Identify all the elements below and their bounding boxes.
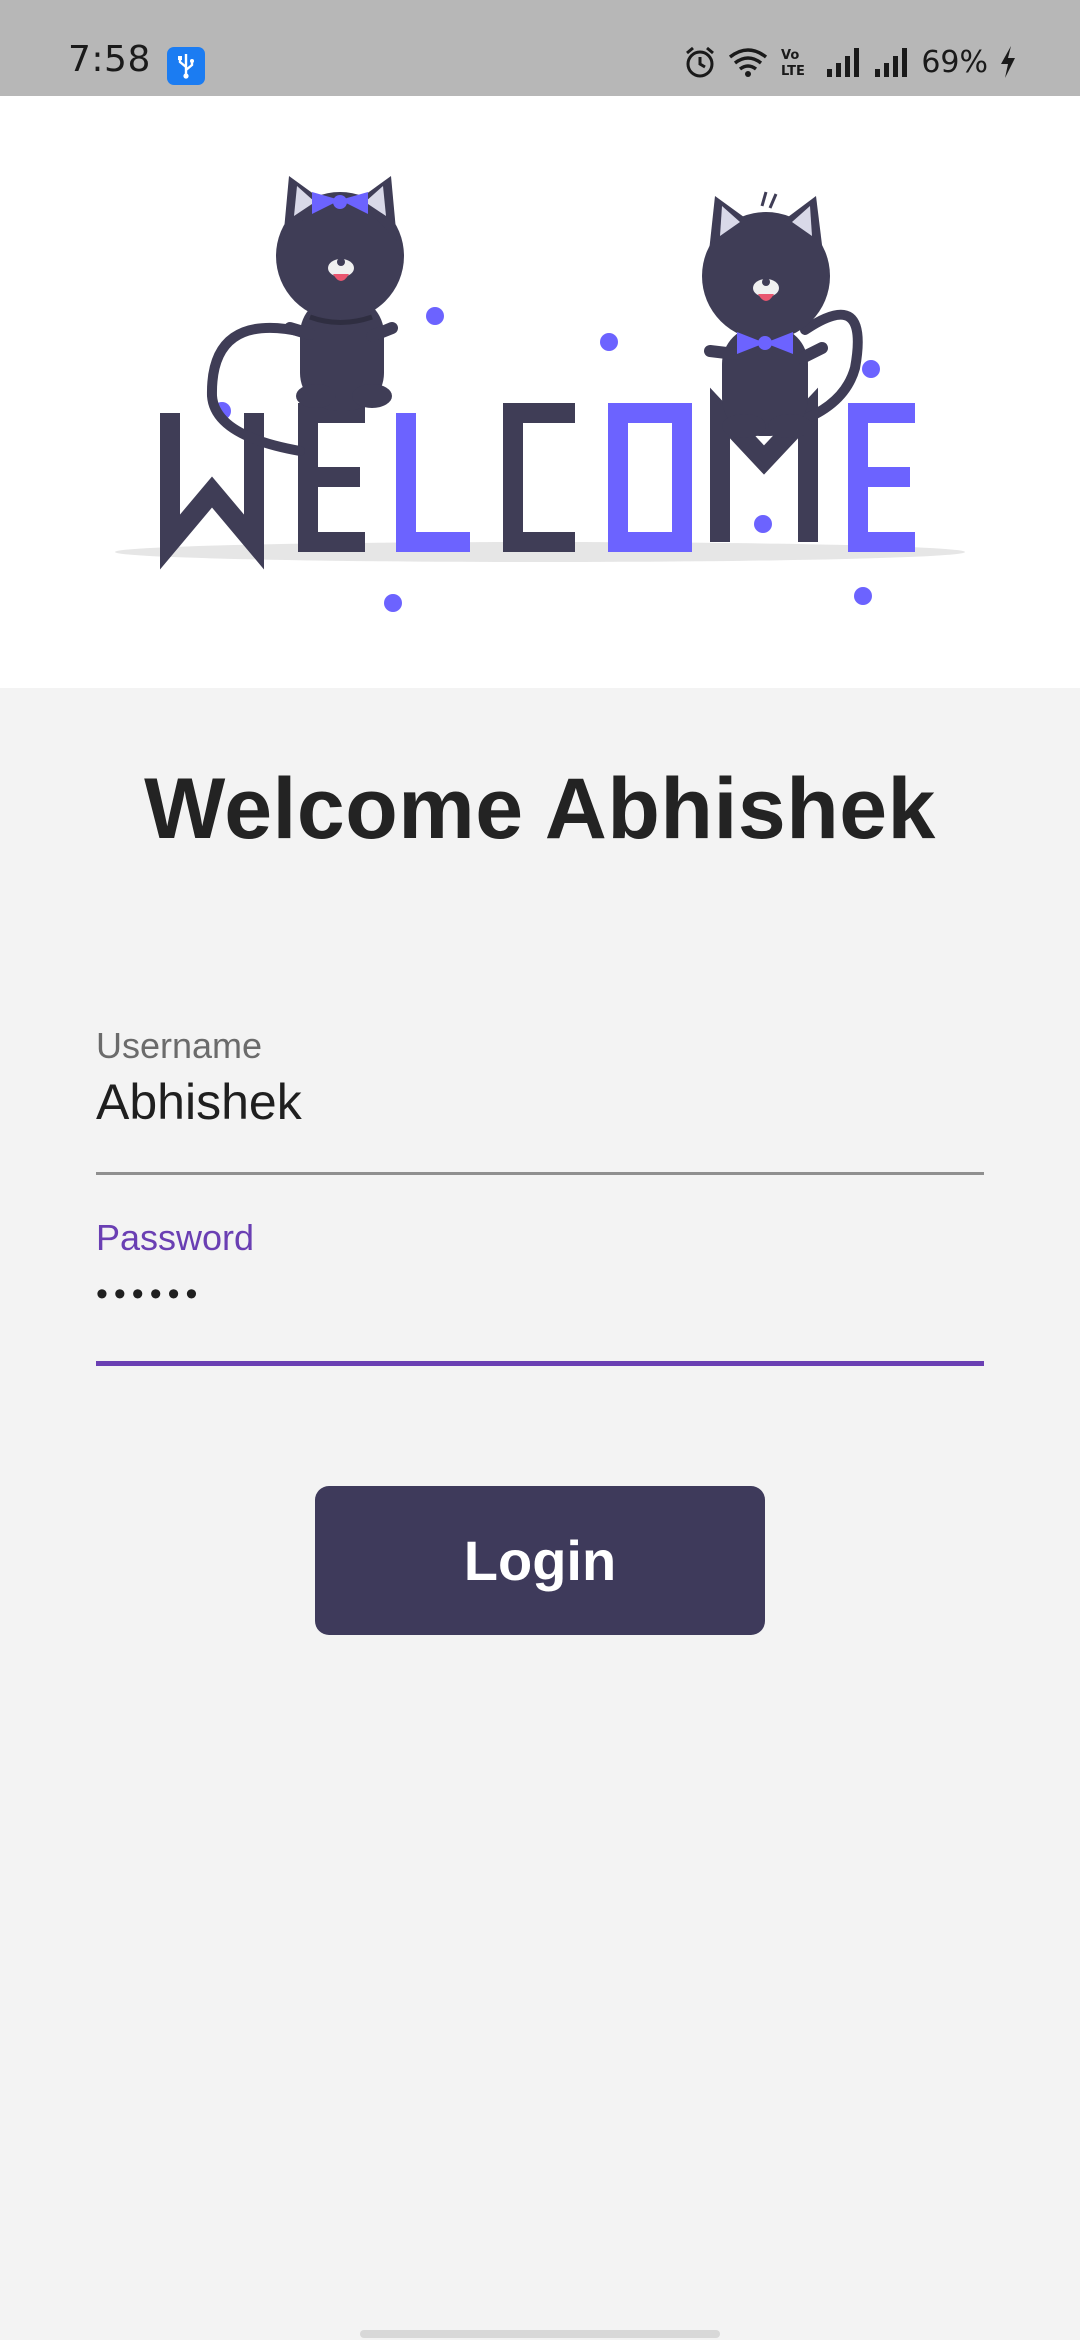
welcome-illustration bbox=[0, 96, 1080, 688]
svg-text:Vo: Vo bbox=[781, 48, 799, 63]
letter-e bbox=[298, 403, 365, 552]
home-indicator[interactable] bbox=[360, 2330, 720, 2338]
status-bar: 7:58 Vo LTE 69% bbox=[0, 0, 1080, 96]
wifi-icon bbox=[729, 48, 768, 77]
username-field[interactable]: Username Abhishek bbox=[96, 1026, 984, 1176]
alarm-icon bbox=[686, 46, 715, 78]
password-field[interactable]: Password •••••• bbox=[96, 1218, 984, 1368]
username-label: Username bbox=[96, 1025, 263, 1066]
letter-l bbox=[396, 413, 470, 552]
status-icons: Vo LTE 69% bbox=[683, 42, 1018, 82]
password-label: Password bbox=[96, 1217, 255, 1258]
password-underline bbox=[96, 1361, 984, 1366]
page-title: Welcome Abhishek bbox=[144, 761, 936, 857]
signal-icon bbox=[875, 48, 908, 77]
usb-icon bbox=[167, 47, 205, 85]
charging-icon bbox=[1001, 46, 1015, 78]
svg-text:LTE: LTE bbox=[781, 64, 805, 79]
status-time: 7:58 bbox=[68, 39, 151, 80]
cat-right-illustration bbox=[702, 191, 863, 438]
letter-o bbox=[608, 403, 692, 552]
signal-icon bbox=[827, 48, 860, 77]
battery-percentage: 69% bbox=[921, 44, 988, 80]
username-input[interactable]: Abhishek bbox=[96, 1074, 984, 1130]
username-underline bbox=[96, 1172, 984, 1175]
login-button[interactable]: Login bbox=[315, 1486, 765, 1635]
volte-icon: Vo LTE bbox=[781, 48, 805, 79]
password-input[interactable]: •••••• bbox=[96, 1266, 984, 1322]
letter-e2 bbox=[848, 403, 915, 552]
letter-c bbox=[503, 403, 575, 552]
